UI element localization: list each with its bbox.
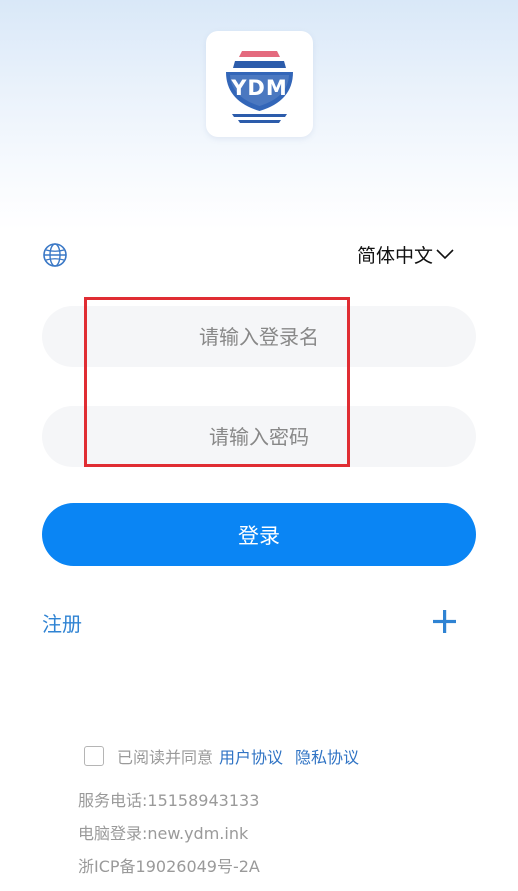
ship-logo-icon: YDM [226, 51, 293, 123]
language-selector[interactable]: 简体中文 [357, 240, 455, 268]
privacy-policy-link[interactable]: 隐私协议 [295, 744, 359, 768]
chevron-down-icon [436, 249, 454, 260]
service-phone: 服务电话:15158943133 [78, 791, 260, 810]
agreement-text: 已阅读并同意 [117, 748, 214, 767]
plus-icon[interactable] [432, 609, 457, 634]
user-agreement-link[interactable]: 用户协议 [219, 744, 283, 768]
register-link[interactable]: 注册 [42, 608, 82, 637]
logo-text: YDM [230, 76, 288, 100]
username-input[interactable] [42, 306, 476, 367]
icp-number: 浙ICP备19026049号-2A [78, 857, 260, 876]
username-field-wrapper [42, 306, 476, 367]
password-field-wrapper [42, 406, 476, 467]
language-label: 简体中文 [357, 244, 434, 267]
globe-icon[interactable] [42, 242, 68, 268]
agreement-row: 已阅读并同意 用户协议 隐私协议 [84, 744, 359, 768]
login-button[interactable]: 登录 [42, 503, 476, 566]
agreement-checkbox[interactable] [84, 746, 104, 766]
pc-login-info: 电脑登录:new.ydm.ink [78, 824, 249, 843]
app-logo: YDM [206, 31, 313, 137]
password-input[interactable] [42, 406, 476, 467]
